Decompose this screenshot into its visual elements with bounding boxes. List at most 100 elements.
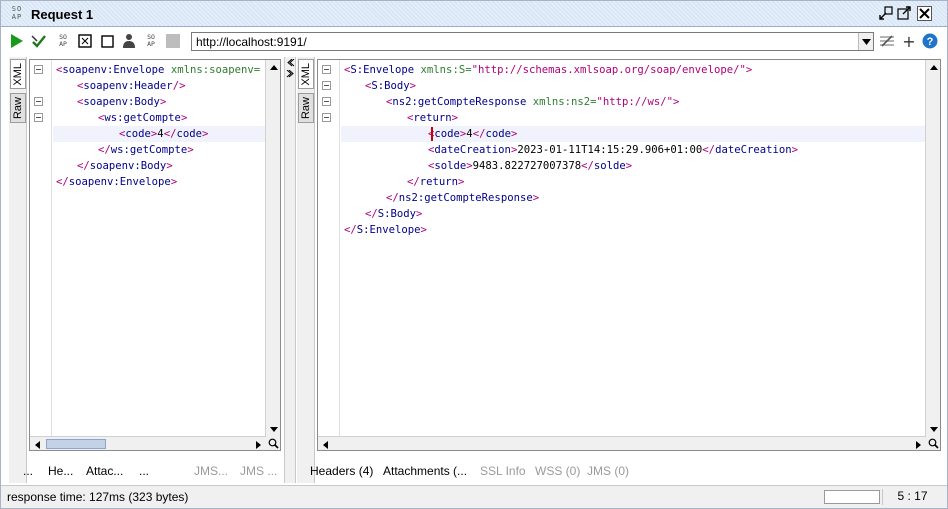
response-zoom-icon[interactable] — [926, 436, 940, 450]
fullscreen-icon[interactable] — [77, 33, 93, 49]
pane-splitter[interactable] — [284, 57, 296, 483]
scroll-down-icon[interactable] — [266, 422, 280, 437]
xml-val: "http://schemas.xmlsoap.org/soap/envelop… — [471, 64, 746, 76]
collapse-right-icon[interactable] — [286, 70, 295, 78]
xml-line[interactable]: <soapenv:Envelope xmlns:soapenv= — [56, 62, 260, 78]
xml-line[interactable]: </S:Envelope> — [344, 222, 798, 238]
soap-version-icon[interactable]: SO AP — [143, 33, 159, 49]
fold-toggle-icon[interactable] — [322, 113, 331, 122]
maximize-icon[interactable] — [897, 6, 911, 20]
fold-toggle-icon[interactable] — [322, 97, 331, 106]
endpoint-url-field[interactable]: http://localhost:9191/ — [191, 32, 874, 51]
xml-line[interactable]: <return> — [344, 110, 798, 126]
soap-action-icon[interactable]: SO AP — [55, 33, 71, 49]
close-icon[interactable] — [917, 6, 932, 21]
xml-line[interactable]: <dateCreation>2023-01-11T14:15:29.906+01… — [344, 142, 798, 158]
xml-open: </ — [344, 224, 357, 236]
response-bottom-tabs: Headers (4) Attachments (... SSL Info WS… — [310, 460, 930, 482]
scroll-right-icon[interactable] — [251, 437, 266, 450]
xml-line[interactable]: </ns2:getCompteResponse> — [344, 190, 798, 206]
request-scroll-thumb[interactable] — [46, 439, 106, 449]
response-tab-ssl-info[interactable]: SSL Info — [480, 464, 526, 478]
scroll-up-icon[interactable] — [266, 60, 280, 75]
request-tab-raw[interactable]: Raw — [10, 93, 26, 123]
help-icon[interactable]: ? — [922, 33, 938, 49]
xml-endtag: dateCreation — [715, 144, 792, 156]
request-tab-attachments[interactable]: Attac... — [86, 464, 123, 478]
response-tab-raw[interactable]: Raw — [298, 93, 314, 123]
xml-close: > — [458, 176, 465, 188]
xml-tag: code — [125, 128, 151, 140]
xml-line[interactable]: </soapenv:Envelope> — [56, 174, 260, 190]
response-tab-wss[interactable]: WSS (0) — [535, 464, 580, 478]
add-icon[interactable]: + — [901, 32, 917, 51]
response-tab-xml[interactable]: XML — [298, 59, 314, 89]
xml-line[interactable]: <ws:getCompte> — [56, 110, 260, 126]
response-xml-editor[interactable]: <S:Envelope xmlns:S="http://schemas.xmls… — [317, 59, 941, 451]
fold-toggle-icon[interactable] — [34, 97, 43, 106]
options-icon[interactable] — [165, 33, 181, 49]
request-tab-xml[interactable]: XML — [10, 59, 26, 89]
response-xml-code[interactable]: <S:Envelope xmlns:S="http://schemas.xmls… — [344, 62, 798, 238]
xml-text: 2023-01-11T14:15:29.906+01:00 — [517, 144, 703, 156]
xml-line[interactable]: <solde>9483.822727007378</solde> — [344, 158, 798, 174]
scroll-left-icon[interactable] — [30, 437, 45, 450]
request-tab-headers[interactable]: He... — [48, 464, 73, 478]
window-title: Request 1 — [31, 7, 94, 22]
fold-toggle-icon[interactable] — [34, 65, 43, 74]
request-horizontal-scrollbar[interactable] — [30, 436, 266, 450]
xml-endopen: </ — [163, 128, 177, 140]
request-tab-jms-props[interactable]: JMS ... — [240, 464, 277, 478]
request-tab-misc[interactable]: ... — [139, 464, 149, 478]
xml-line[interactable]: <code>4</code> — [56, 126, 260, 142]
xml-line[interactable]: </return> — [344, 174, 798, 190]
xml-line[interactable]: </ws:getCompte> — [56, 142, 260, 158]
response-horizontal-scrollbar[interactable] — [318, 436, 926, 450]
xml-line[interactable]: <code>4</code> — [344, 126, 798, 142]
xml-open: </ — [365, 208, 378, 220]
user-icon[interactable] — [121, 33, 137, 49]
request-vertical-scrollbar[interactable] — [265, 60, 280, 437]
xml-line[interactable]: <S:Envelope xmlns:S="http://schemas.xmls… — [344, 62, 798, 78]
xml-close: > — [532, 192, 540, 204]
request-tab-jms-headers[interactable]: JMS... — [194, 464, 228, 478]
fold-toggle-icon[interactable] — [322, 65, 331, 74]
response-tab-jms[interactable]: JMS (0) — [587, 464, 629, 478]
progress-bar — [824, 490, 880, 504]
scroll-right-icon[interactable] — [911, 437, 926, 450]
url-dropdown-chevron-down-icon[interactable] — [858, 33, 873, 50]
status-bar: response time: 127ms (323 bytes) 5 : 17 — [1, 485, 947, 508]
request-xml-editor[interactable]: <soapenv:Envelope xmlns:soapenv= <soapenv… — [29, 59, 281, 451]
xml-close: /> — [172, 80, 186, 92]
response-tab-attachments[interactable]: Attachments (... — [383, 464, 467, 478]
xml-line[interactable]: <ns2:getCompteResponse xmlns:ns2="http:/… — [344, 94, 798, 110]
xml-endclose: > — [625, 160, 633, 172]
response-tab-headers[interactable]: Headers (4) — [310, 464, 373, 478]
response-vertical-scrollbar[interactable] — [925, 60, 940, 437]
validate-icon[interactable] — [31, 33, 47, 49]
xml-endtag: solde — [593, 160, 626, 172]
fold-toggle-icon[interactable] — [34, 113, 43, 122]
xml-line[interactable]: </S:Body> — [344, 206, 798, 222]
xml-line[interactable]: <S:Body> — [344, 78, 798, 94]
scroll-down-icon[interactable] — [926, 422, 940, 437]
xml-line[interactable]: <soapenv:Header/> — [56, 78, 260, 94]
xml-endopen: </ — [472, 128, 486, 140]
scroll-left-icon[interactable] — [318, 437, 333, 450]
xml-open: </ — [56, 176, 69, 188]
endpoint-url-text[interactable]: http://localhost:9191/ — [196, 35, 307, 49]
xml-line[interactable]: <soapenv:Body> — [56, 94, 260, 110]
scroll-up-icon[interactable] — [926, 60, 940, 75]
request-tab-auth[interactable]: ... — [23, 464, 33, 478]
fold-toggle-icon[interactable] — [322, 81, 331, 90]
detach-icon[interactable] — [879, 6, 893, 20]
stop-icon[interactable] — [99, 33, 115, 49]
xml-endtag: code — [485, 128, 511, 140]
request-zoom-icon[interactable] — [266, 436, 280, 450]
xml-line[interactable]: </soapenv:Body> — [56, 158, 260, 174]
run-icon[interactable] — [9, 33, 25, 49]
edit-endpoints-icon[interactable] — [879, 33, 895, 49]
xml-tag: ns2:getCompteResponse — [392, 96, 527, 108]
request-xml-code[interactable]: <soapenv:Envelope xmlns:soapenv= <soapenv… — [56, 62, 260, 190]
soap-logo-icon: SO AP — [11, 5, 23, 21]
